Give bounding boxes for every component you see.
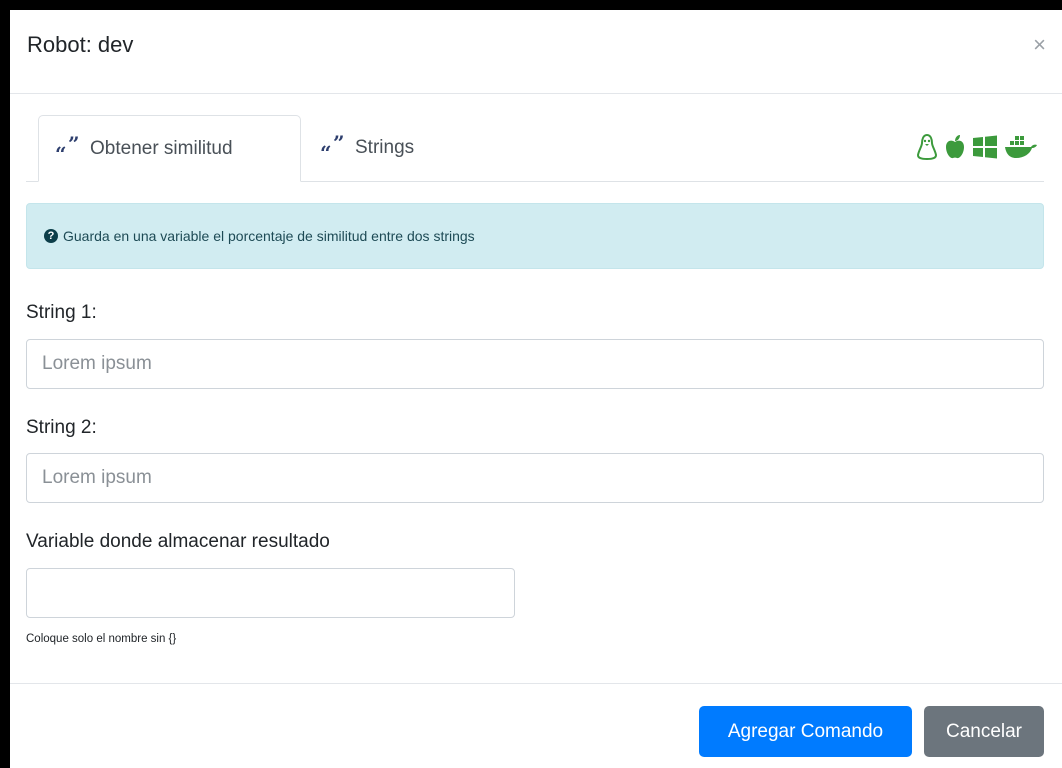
windows-icon	[973, 135, 997, 159]
os-compatibility-icons	[916, 133, 1038, 161]
info-alert: ? Guarda en una variable el porcentaje d…	[26, 203, 1044, 269]
string2-label: String 2:	[26, 417, 97, 438]
modal-title: Robot: dev	[27, 32, 134, 57]
string1-label: String 1:	[26, 302, 97, 323]
docker-icon	[1005, 136, 1037, 158]
quote-icon: “”	[320, 131, 345, 165]
string1-input[interactable]	[26, 339, 1044, 389]
variable-help-text: Coloque solo el nombre sin {}	[26, 633, 177, 645]
modal-dialog: Robot: dev × “” Obtener similitud “” Str…	[10, 10, 1062, 768]
close-button[interactable]: ×	[1033, 34, 1046, 56]
tab-label: Strings	[355, 137, 415, 158]
string2-input[interactable]	[26, 453, 1044, 503]
linux-icon	[916, 133, 938, 161]
apple-icon	[946, 135, 964, 159]
question-circle-icon: ?	[44, 229, 58, 243]
tab-label: Obtener similitud	[90, 137, 233, 159]
tab-obtener-similitud[interactable]: “” Obtener similitud	[38, 115, 301, 182]
variable-label: Variable donde almacenar resultado	[26, 531, 330, 552]
alert-text: Guarda en una variable el porcentaje de …	[63, 228, 475, 244]
add-command-button[interactable]: Agregar Comando	[699, 706, 912, 757]
cancel-button[interactable]: Cancelar	[924, 706, 1044, 757]
tab-bar: “” Obtener similitud “” Strings	[26, 115, 1044, 182]
variable-input[interactable]	[26, 568, 515, 618]
modal-header: Robot: dev ×	[10, 10, 1062, 94]
tab-strings[interactable]: “” Strings	[320, 115, 414, 181]
modal-footer: Agregar Comando Cancelar	[10, 683, 1062, 768]
quote-icon: “”	[55, 131, 80, 166]
